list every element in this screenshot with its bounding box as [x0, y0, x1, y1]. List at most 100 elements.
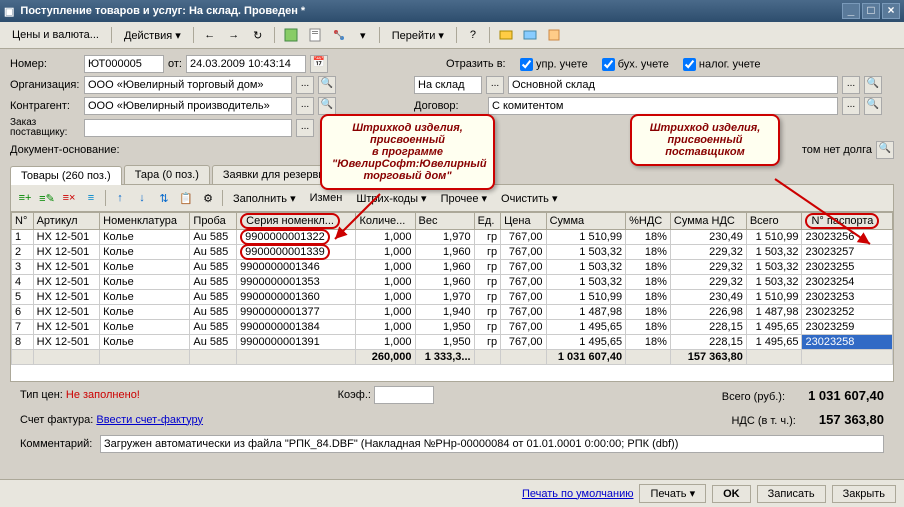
- table-row[interactable]: 2НХ 12-501КольеAu 58599000000013391,0001…: [12, 245, 893, 260]
- col-header[interactable]: Ед.: [474, 213, 501, 230]
- save-button[interactable]: Записать: [757, 485, 826, 503]
- contract-input[interactable]: [488, 97, 838, 115]
- order-select-icon[interactable]: ...: [296, 119, 314, 137]
- reflect-label: Отразить в:: [446, 58, 516, 70]
- table-row[interactable]: 7НХ 12-501КольеAu 58599000000013841,0001…: [12, 320, 893, 335]
- col-header[interactable]: %НДС: [626, 213, 671, 230]
- debt-text: том нет долга: [802, 144, 872, 156]
- tab-goods[interactable]: Товары (260 поз.): [10, 166, 122, 185]
- report-icon[interactable]: [305, 25, 325, 45]
- number-input[interactable]: [84, 55, 164, 73]
- date-picker-icon[interactable]: 📅: [310, 55, 328, 73]
- col-header[interactable]: Артикул: [33, 213, 100, 230]
- refresh-icon[interactable]: ↻: [248, 25, 268, 45]
- extra3-icon[interactable]: [544, 25, 564, 45]
- minimize-button[interactable]: _: [842, 3, 860, 19]
- edit-row-icon[interactable]: ≡✎: [37, 188, 57, 208]
- contr-search-icon[interactable]: 🔍: [318, 97, 336, 115]
- del-row-icon[interactable]: ≡×: [59, 188, 79, 208]
- col-header[interactable]: N°: [12, 213, 34, 230]
- chk-mgmt[interactable]: упр. учете: [520, 58, 588, 71]
- contr-input[interactable]: [84, 97, 292, 115]
- copy-row-icon[interactable]: ≡: [81, 188, 101, 208]
- contract-select-icon[interactable]: ...: [842, 97, 860, 115]
- org-input[interactable]: [84, 76, 292, 94]
- extra1-icon[interactable]: [496, 25, 516, 45]
- post-icon[interactable]: [281, 25, 301, 45]
- chk-tax[interactable]: налог. учете: [683, 58, 761, 71]
- contr-label: Контрагент:: [10, 100, 80, 112]
- org-select-icon[interactable]: ...: [296, 76, 314, 94]
- other-menu[interactable]: Прочее ▾: [435, 190, 493, 207]
- prices-menu[interactable]: Цены и валюта...: [6, 27, 105, 43]
- menubar: Цены и валюта... Действия ▾ ← → ↻ ▾ Пере…: [0, 22, 904, 49]
- debt-search-icon[interactable]: 🔍: [876, 141, 894, 159]
- number-label: Номер:: [10, 58, 80, 70]
- app-icon: ▣: [4, 5, 14, 18]
- org-search-icon[interactable]: 🔍: [318, 76, 336, 94]
- print-button[interactable]: Печать ▾: [639, 484, 706, 503]
- col-header[interactable]: Вес: [415, 213, 474, 230]
- comment-label: Комментарий:: [20, 438, 100, 450]
- fill-menu[interactable]: Заполнить ▾: [227, 190, 302, 207]
- table-row[interactable]: 1НХ 12-501КольеAu 58599000000013221,0001…: [12, 230, 893, 245]
- form-panel: Номер: от: 📅 Отразить в: упр. учете бух.…: [0, 49, 904, 463]
- window-title: Поступление товаров и услуг: На склад. П…: [20, 5, 840, 17]
- config-icon[interactable]: ⚙: [198, 188, 218, 208]
- table-row[interactable]: 6НХ 12-501КольеAu 58599000000013771,0001…: [12, 305, 893, 320]
- sort-icon[interactable]: ⇅: [154, 188, 174, 208]
- wh2-select-icon[interactable]: ...: [842, 76, 860, 94]
- price-type-label: Тип цен:: [20, 389, 63, 401]
- comment-input[interactable]: [100, 435, 884, 453]
- total-value: 1 031 607,40: [808, 388, 884, 403]
- add-row-icon[interactable]: ≡+: [15, 188, 35, 208]
- from-label: от:: [168, 58, 182, 70]
- warehouse-input[interactable]: [508, 76, 838, 94]
- doc-label: Документ-основание:: [10, 144, 130, 156]
- order-input[interactable]: [84, 119, 292, 137]
- col-header[interactable]: Сумма: [546, 213, 626, 230]
- go-menu[interactable]: Перейти ▾: [386, 27, 450, 44]
- extra2-icon[interactable]: [520, 25, 540, 45]
- table-row[interactable]: 3НХ 12-501КольеAu 58599000000013461,0001…: [12, 260, 893, 275]
- coef-input[interactable]: [374, 386, 434, 404]
- col-header[interactable]: Проба: [190, 213, 237, 230]
- nav-back-icon[interactable]: ←: [200, 25, 220, 45]
- close-button[interactable]: ×: [882, 3, 900, 19]
- contr-select-icon[interactable]: ...: [296, 97, 314, 115]
- contract-label: Договор:: [414, 100, 484, 112]
- list-icon[interactable]: 📋: [176, 188, 196, 208]
- grid[interactable]: N°АртикулНоменклатураПробаСерия номенкл.…: [10, 212, 894, 382]
- col-header[interactable]: Сумма НДС: [670, 213, 746, 230]
- date-input[interactable]: [186, 55, 306, 73]
- warehouse-type-input[interactable]: [414, 76, 482, 94]
- chk-acc[interactable]: бух. учете: [602, 58, 669, 71]
- clear-menu[interactable]: Очистить ▾: [495, 190, 563, 207]
- tab-reserve[interactable]: Заявки для резерви: [212, 165, 336, 184]
- nav-forward-icon[interactable]: →: [224, 25, 244, 45]
- table-row[interactable]: 5НХ 12-501КольеAu 58599000000013601,0001…: [12, 290, 893, 305]
- price-type-value: Не заполнено!: [66, 389, 140, 401]
- invoice-link[interactable]: Ввести счет-фактуру: [96, 414, 203, 426]
- contract-search-icon[interactable]: 🔍: [864, 97, 882, 115]
- structure-icon[interactable]: [329, 25, 349, 45]
- maximize-button[interactable]: □: [862, 3, 880, 19]
- down-icon[interactable]: ↓: [132, 188, 152, 208]
- wh-select-icon[interactable]: ...: [486, 76, 504, 94]
- help-icon[interactable]: ?: [463, 25, 483, 45]
- col-header[interactable]: Номенклатура: [100, 213, 190, 230]
- up-icon[interactable]: ↑: [110, 188, 130, 208]
- post-doc-icon[interactable]: ▾: [353, 25, 373, 45]
- titlebar: ▣ Поступление товаров и услуг: На склад.…: [0, 0, 904, 22]
- print-default-link[interactable]: Печать по умолчанию: [522, 488, 634, 500]
- org-label: Организация:: [10, 79, 80, 91]
- col-header[interactable]: Цена: [501, 213, 546, 230]
- ok-button[interactable]: OK: [712, 485, 751, 503]
- actions-menu[interactable]: Действия ▾: [118, 27, 187, 44]
- total-label: Всего (руб.):: [722, 391, 785, 403]
- tab-tare[interactable]: Тара (0 поз.): [124, 165, 210, 184]
- close-button-bottom[interactable]: Закрыть: [832, 485, 896, 503]
- table-row[interactable]: 8НХ 12-501КольеAu 58599000000013911,0001…: [12, 335, 893, 350]
- table-row[interactable]: 4НХ 12-501КольеAu 58599000000013531,0001…: [12, 275, 893, 290]
- wh2-search-icon[interactable]: 🔍: [864, 76, 882, 94]
